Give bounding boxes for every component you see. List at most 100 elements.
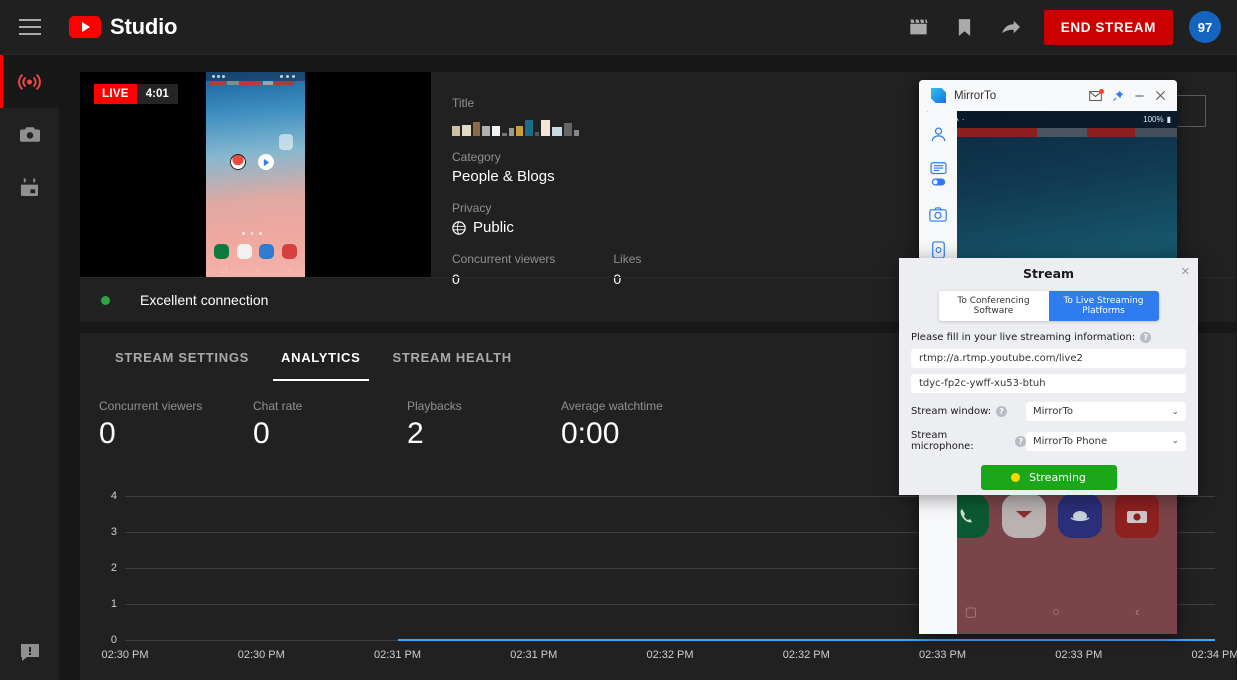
messages-app-icon[interactable] <box>236 244 252 259</box>
live-badge: LIVE <box>94 84 137 104</box>
internet-app-icon[interactable] <box>259 244 275 259</box>
notifications-toggle-icon[interactable] <box>927 159 949 189</box>
phone-dock <box>945 494 1159 538</box>
live-indicator: LIVE 4:01 <box>94 84 178 104</box>
stream-key-input[interactable] <box>911 374 1186 393</box>
server-url-input[interactable] <box>911 349 1186 368</box>
hamburger-icon[interactable] <box>19 19 41 35</box>
clapperboard-icon[interactable] <box>896 4 942 50</box>
title-label: Title <box>452 96 475 110</box>
recents-icon[interactable]: ▢ <box>965 604 977 620</box>
stat-playbacks: Playbacks 2 <box>407 399 561 449</box>
share-arrow-icon[interactable] <box>988 4 1034 50</box>
stream-dialog[interactable]: Stream ✕ To Conferencing Software To Liv… <box>899 258 1198 495</box>
header-actions: END STREAM 97 <box>896 4 1237 50</box>
home-icon[interactable]: ○ <box>1052 604 1060 620</box>
stat-concurrent-viewers: Concurrent viewers 0 <box>99 399 253 449</box>
status-badge <box>101 295 110 305</box>
phone-status-bar: ▤ ▲ ✎ · 100%▮ <box>927 111 1177 128</box>
end-stream-button[interactable]: END STREAM <box>1043 9 1173 45</box>
pin-icon[interactable] <box>1112 90 1124 102</box>
stat-label: Playbacks <box>407 399 462 413</box>
play-store-app-icon[interactable] <box>258 154 274 170</box>
stat-average-watchtime: Average watchtime 0:00 <box>561 399 715 449</box>
battery-level: 100% <box>1143 115 1164 124</box>
brand[interactable]: Studio <box>69 14 177 40</box>
tab-analytics[interactable]: ANALYTICS <box>265 333 377 381</box>
page-indicator-dots <box>242 232 262 235</box>
status-right-icons: 100% ▮ <box>1143 115 1171 124</box>
tab-stream-settings[interactable]: STREAM SETTINGS <box>99 333 265 381</box>
question-mark-icon[interactable]: ? <box>1140 332 1152 343</box>
stat-chat-rate: Chat rate 0 <box>253 399 407 449</box>
phone-status-bar <box>206 72 305 81</box>
send-feedback-button[interactable] <box>0 643 59 662</box>
close-icon[interactable] <box>1155 90 1166 101</box>
youtube-play-icon <box>69 16 101 38</box>
camera-icon[interactable] <box>927 203 949 225</box>
phone-app-icon[interactable] <box>214 244 229 259</box>
chevron-down-icon: ⌄ <box>1171 436 1179 446</box>
stream-info: Title Category People & Blogs Privacy Pu… <box>452 96 641 287</box>
instruction-text: Please fill in your live streaming infor… <box>911 332 1136 343</box>
chart-y-tick-label: 4 <box>110 490 117 502</box>
user-icon[interactable] <box>927 123 949 145</box>
tab-stream-health[interactable]: STREAM HEALTH <box>377 333 528 381</box>
question-mark-icon[interactable]: ? <box>996 406 1008 417</box>
mirrorto-titlebar[interactable]: MirrorTo <box>919 80 1177 111</box>
recording-dot-icon <box>1011 473 1021 482</box>
stream-window-row: Stream window: ? MirrorTo ⌄ <box>911 402 1198 421</box>
phone-nav-bar: ▢ ○ ‹ <box>927 604 1177 620</box>
mirrorto-window-controls <box>1089 88 1170 102</box>
sidebar-item-live-broadcast[interactable] <box>0 55 59 108</box>
stream-window-value: MirrorTo <box>1033 406 1073 417</box>
back-icon[interactable]: ‹ <box>1135 604 1139 620</box>
privacy-label: Privacy <box>452 201 492 215</box>
stream-preview[interactable]: LIVE 4:01 ▢ ○ ‹ <box>80 72 431 277</box>
stat-label: Chat rate <box>253 399 303 413</box>
metric-label: Likes <box>613 252 642 266</box>
chart-y-tick-label: 0 <box>110 634 117 646</box>
phone-notification-ribbon <box>206 81 305 85</box>
dialog-title: Stream <box>1022 266 1075 281</box>
stream-window-label-wrap: Stream window: ? <box>911 406 1026 417</box>
messages-app-icon[interactable] <box>1001 494 1046 538</box>
chart-x-tick-label: 02:32 PM <box>646 649 694 661</box>
category-label: Category <box>452 150 501 164</box>
tab-to-conferencing-software[interactable]: To Conferencing Software <box>938 291 1049 321</box>
camera-app-icon[interactable] <box>1114 494 1159 538</box>
stream-microphone-select[interactable]: MirrorTo Phone ⌄ <box>1026 431 1186 451</box>
tab-to-live-streaming-platforms[interactable]: To Live Streaming Platforms <box>1048 291 1159 321</box>
chevron-down-icon: ⌄ <box>1171 406 1179 417</box>
chart-x-tick-label: 02:32 PM <box>782 649 830 661</box>
mail-icon[interactable] <box>1089 88 1104 101</box>
stat-label: Concurrent viewers <box>99 399 203 413</box>
internet-app-icon[interactable] <box>1058 494 1103 538</box>
chart-x-tick-label: 02:34 PM <box>1191 649 1237 661</box>
chart-x-tick-label: 02:33 PM <box>918 649 967 661</box>
app-header: Studio END STREAM 97 <box>0 0 1237 55</box>
bookmark-icon[interactable] <box>942 4 988 50</box>
question-mark-icon[interactable]: ? <box>1015 435 1026 447</box>
close-icon[interactable]: ✕ <box>1181 265 1190 278</box>
camera-app-icon[interactable] <box>281 244 297 259</box>
sidebar-item-schedule[interactable] <box>0 161 59 214</box>
stream-microphone-label-wrap: Stream microphone: ? <box>911 430 1026 452</box>
elapsed-time: 4:01 <box>136 84 178 104</box>
left-sidebar <box>0 55 59 680</box>
chart-y-tick-label: 1 <box>110 598 117 610</box>
pokemon-go-app-icon[interactable] <box>230 154 246 170</box>
minimize-icon[interactable] <box>1134 90 1145 101</box>
stream-window-select[interactable]: MirrorTo ⌄ <box>1026 402 1186 421</box>
weather-widget-icon <box>279 134 293 150</box>
avatar[interactable]: 97 <box>1189 11 1221 43</box>
privacy-value-row: Public <box>452 219 641 236</box>
phone-nav-bar: ▢ ○ ‹ <box>220 266 291 275</box>
category-value: People & Blogs <box>452 168 555 185</box>
streaming-button[interactable]: Streaming <box>980 465 1117 490</box>
unread-badge <box>1099 88 1104 94</box>
sidebar-item-webcam[interactable] <box>0 108 59 161</box>
globe-icon <box>452 220 466 235</box>
title-value-redacted <box>452 114 641 136</box>
stream-microphone-value: MirrorTo Phone <box>1033 435 1108 447</box>
